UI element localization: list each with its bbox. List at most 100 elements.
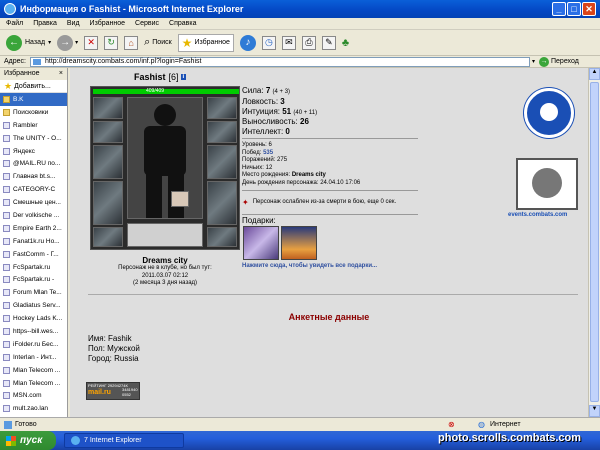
slot-boots[interactable] — [207, 227, 237, 247]
sidebar-item[interactable]: MSN.com — [0, 389, 67, 402]
scroll-up-arrow-icon[interactable]: ▲ — [589, 68, 600, 80]
info-icon[interactable]: i — [180, 74, 187, 80]
sidebar-item[interactable]: @MAIL.RU по... — [0, 157, 67, 170]
link-icon — [3, 173, 10, 181]
page-icon — [4, 420, 12, 429]
scroll-thumb[interactable] — [590, 82, 599, 402]
events-link[interactable]: events.combats.com — [508, 212, 567, 218]
menu-file[interactable]: Файл — [6, 20, 23, 27]
menu-favorites[interactable]: Избранное — [90, 20, 125, 27]
sidebar-item[interactable]: Gladiatus Serv... — [0, 299, 67, 312]
sidebar-item[interactable]: FastComm - Г... — [0, 248, 67, 261]
sidebar-item[interactable]: The UNITY - O... — [0, 132, 67, 145]
info-block: Уровень: 6 Побед: 535 Поражений: 275 Нич… — [242, 142, 442, 187]
home-button[interactable]: ⌂ — [124, 35, 139, 50]
history-button[interactable]: ◷ — [261, 35, 276, 50]
sidebar-item[interactable]: Mlan Telecom ... — [0, 377, 67, 390]
stop-button[interactable]: ✕ — [84, 35, 99, 50]
close-button[interactable]: ✕ — [582, 2, 596, 16]
status-bar: Готово ⊗ ◍ Интернет — [0, 417, 600, 431]
print-button[interactable]: ⎙ — [301, 35, 316, 50]
sidebar-item[interactable]: iFolder.ru Бес... — [0, 338, 67, 351]
info-birthday: День рождения персонажа: 24.04.10 17:06 — [242, 179, 361, 186]
sidebar-item-label: Empire Earth 2... — [13, 224, 62, 232]
gifts-label: Подарки: — [242, 216, 276, 225]
character-header: Fashist [6] i — [134, 72, 187, 82]
sidebar-item-label: Главная bt.s... — [13, 173, 56, 181]
gift-item[interactable] — [243, 226, 279, 260]
mail-button[interactable]: ✉ — [281, 35, 296, 50]
go-button[interactable]: → Переход — [539, 56, 579, 67]
page-scrollbar[interactable]: ▲ ▼ — [588, 68, 600, 417]
taskbar-ie-button[interactable]: 7 Internet Explorer — [64, 433, 184, 448]
wins-link[interactable]: 535 — [263, 150, 273, 156]
scroll-down-arrow-icon[interactable]: ▼ — [589, 405, 600, 417]
address-input[interactable]: http://dreamscity.combats.com/inf.pl?log… — [29, 56, 530, 67]
slot-helmet[interactable] — [93, 97, 123, 119]
sidebar-item[interactable]: Главная bt.s... — [0, 170, 67, 183]
slot-weapon[interactable] — [93, 145, 123, 179]
slot-amulet[interactable] — [207, 97, 237, 119]
profile-sex: Пол: Мужской — [88, 344, 140, 353]
sidebar-item[interactable]: CATEGORY-C — [0, 183, 67, 196]
link-icon — [3, 353, 10, 361]
favorites-button[interactable]: ★ Избранное — [177, 33, 234, 52]
forward-arrow-icon: → — [57, 34, 74, 51]
gifts-link[interactable]: Нажмите сюда, чтобы увидеть все подарки.… — [242, 263, 377, 269]
sidebar-item[interactable]: Empire Earth 2... — [0, 222, 67, 235]
divider — [242, 214, 418, 215]
menu-view[interactable]: Вид — [67, 20, 80, 27]
messenger-button[interactable]: ♣ — [342, 37, 349, 49]
search-button[interactable]: ⌕ Поиск — [144, 36, 172, 49]
back-button[interactable]: ← Назад ▾ — [6, 34, 51, 51]
section-divider — [88, 294, 578, 295]
slot-pet[interactable] — [171, 191, 189, 207]
sidebar-item[interactable]: Der volkische ... — [0, 209, 67, 222]
sidebar-item[interactable]: mult.zao.lan — [0, 402, 67, 415]
sidebar-add-label: Добавить... — [14, 82, 51, 90]
sidebar-item[interactable]: B.K — [0, 93, 67, 106]
media-button[interactable]: ♪ — [239, 34, 256, 51]
slot-belt[interactable] — [93, 227, 123, 247]
slot-earrings[interactable] — [207, 121, 237, 143]
sidebar-close-button[interactable]: × — [59, 70, 63, 78]
sidebar-item[interactable]: Смешные цен... — [0, 196, 67, 209]
sidebar-item[interactable]: Rambler — [0, 119, 67, 132]
link-icon — [3, 250, 10, 258]
sidebar-item[interactable]: Поисковики — [0, 106, 67, 119]
minimize-button[interactable]: _ — [552, 2, 566, 16]
sidebar-item[interactable]: Яндекс — [0, 145, 67, 158]
slot-pants[interactable] — [207, 181, 237, 225]
slot-bracers[interactable] — [93, 121, 123, 143]
sidebar-item[interactable]: Hockey Lads K... — [0, 312, 67, 325]
events-logo[interactable] — [516, 158, 578, 210]
refresh-button[interactable]: ↻ — [104, 35, 119, 50]
maximize-button[interactable]: □ — [567, 2, 581, 16]
sidebar-item[interactable]: https--bill.wes... — [0, 325, 67, 338]
mailru-counter[interactable]: РЕЙТИНГ 29294274К mail.ru 3481940 0552 — [86, 382, 140, 400]
menu-tools[interactable]: Сервис — [135, 20, 159, 27]
sidebar-item[interactable]: Interlan - Инт... — [0, 351, 67, 364]
sidebar-item-label: Fanat1k.ru Ho... — [13, 237, 60, 245]
stat-strength: Сила: 7 (4 + 3) — [242, 86, 291, 95]
gift-item[interactable] — [281, 226, 317, 260]
toolbar: ← Назад ▾ → ▾ ✕ ↻ ⌂ ⌕ Поиск ★ Избранное … — [0, 30, 600, 56]
sidebar-item[interactable]: Mlan Telecom ... — [0, 364, 67, 377]
sidebar-add-button[interactable]: ★ Добавить... — [0, 80, 67, 93]
slot-offhand[interactable] — [207, 145, 237, 179]
slot-armor[interactable] — [93, 181, 123, 225]
start-button[interactable]: пуск — [0, 431, 56, 450]
security-icon: ⊗ — [448, 420, 455, 429]
search-icon: ⌕ — [144, 36, 151, 48]
edit-button[interactable]: ✎ — [321, 35, 336, 50]
sidebar-item-label: FastComm - Г... — [13, 250, 59, 258]
chevron-down-icon[interactable]: ▾ — [532, 58, 535, 65]
menu-help[interactable]: Справка — [169, 20, 196, 27]
sidebar-item[interactable]: Forum Mlan Te... — [0, 286, 67, 299]
divider — [242, 138, 418, 139]
forward-button[interactable]: → ▾ — [57, 34, 78, 51]
sidebar-item[interactable]: FcSpartak.ru — [0, 261, 67, 274]
sidebar-item[interactable]: Fanat1k.ru Ho... — [0, 235, 67, 248]
menu-edit[interactable]: Правка — [33, 20, 57, 27]
sidebar-item[interactable]: FcSpartak.ru - — [0, 273, 67, 286]
